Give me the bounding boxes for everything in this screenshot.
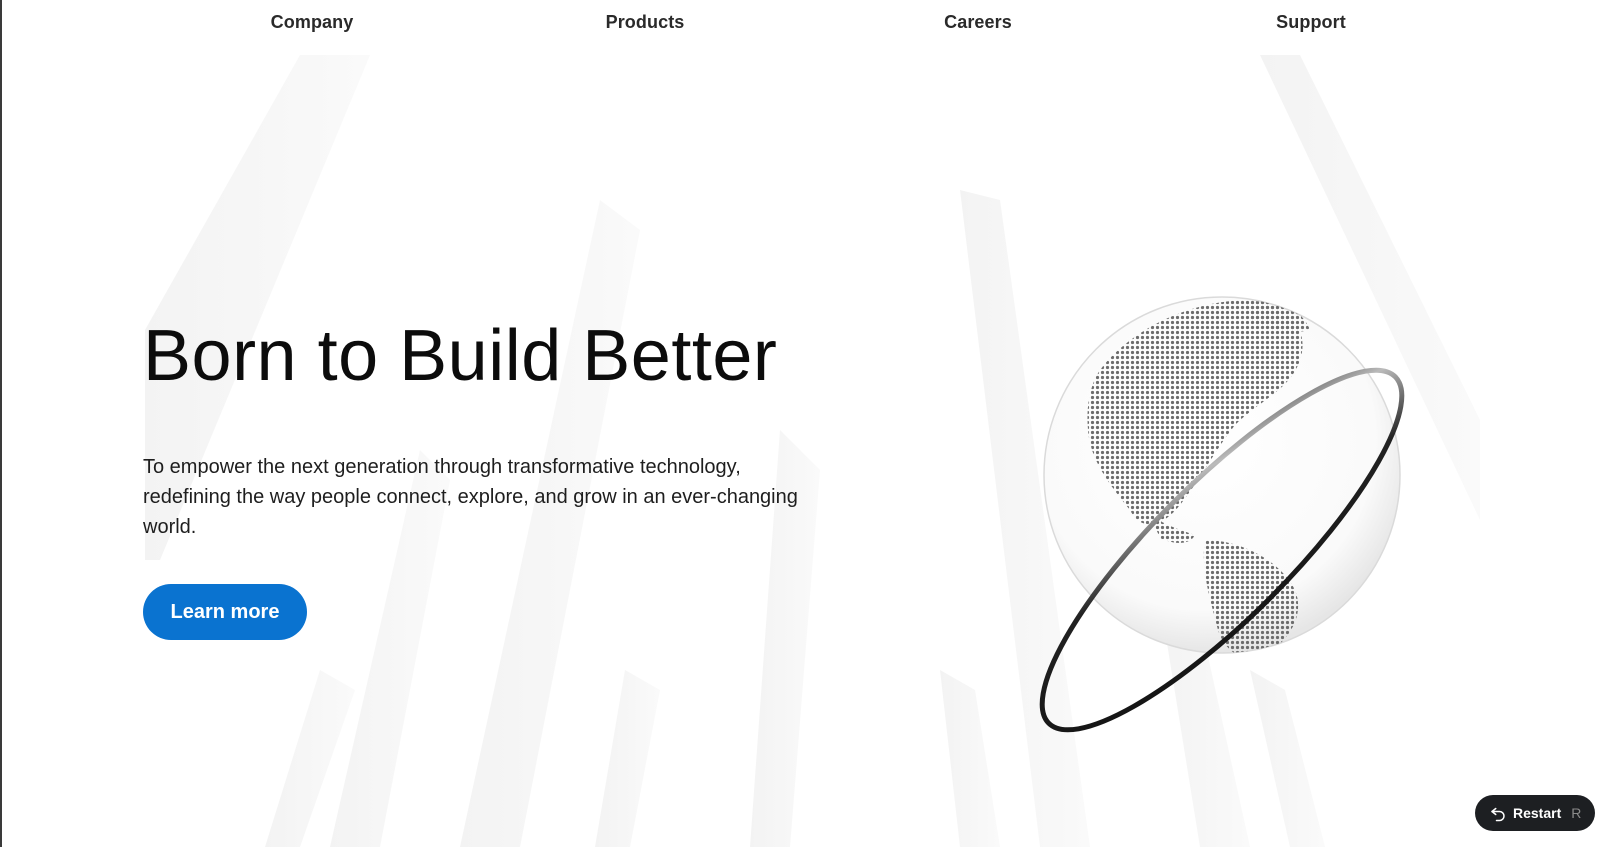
globe-illustration xyxy=(990,260,1490,750)
learn-more-button[interactable]: Learn more xyxy=(143,584,307,640)
nav-item-careers[interactable]: Careers xyxy=(944,12,1012,33)
nav-item-products[interactable]: Products xyxy=(606,12,685,33)
nav-item-support[interactable]: Support xyxy=(1276,12,1346,33)
globe-icon xyxy=(1039,296,1405,733)
hero-title: Born to Build Better xyxy=(143,316,778,396)
restart-button[interactable]: Restart R xyxy=(1475,795,1595,831)
restart-label: Restart xyxy=(1513,805,1562,821)
nav-item-company[interactable]: Company xyxy=(271,12,354,33)
undo-arrow-icon xyxy=(1491,807,1505,822)
top-navigation: Company Products Careers Support xyxy=(0,12,1620,40)
restart-shortcut-key: R xyxy=(1571,805,1582,821)
hero-description: To empower the next generation through t… xyxy=(143,456,798,538)
